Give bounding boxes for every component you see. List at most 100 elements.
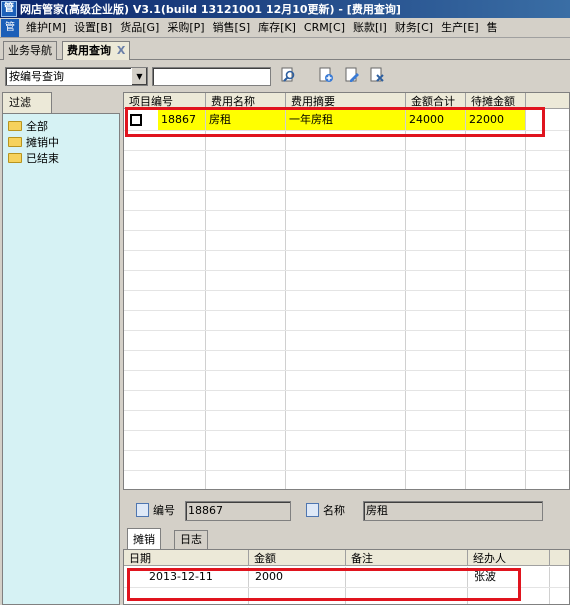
- cell-id: 18867: [158, 110, 205, 130]
- column-header-name[interactable]: 费用名称: [206, 93, 286, 109]
- folder-icon: [8, 153, 22, 163]
- grid-line: [124, 430, 569, 431]
- grid-line: [205, 110, 206, 489]
- tree-item-label: 摊销中: [26, 136, 59, 149]
- grid-line: [124, 310, 569, 311]
- grid-line: [124, 210, 569, 211]
- grid-line: [124, 270, 569, 271]
- grid-line: [124, 390, 569, 391]
- tree-item-amortizing[interactable]: 摊销中: [8, 135, 59, 151]
- grid-line: [124, 450, 569, 451]
- app-logo-icon: 管: [1, 1, 17, 17]
- name-field[interactable]: 房租: [363, 501, 543, 521]
- query-mode-select[interactable]: 按编号查询 ▼: [5, 67, 148, 86]
- cell-summary: 一年房租: [286, 110, 405, 130]
- grid-line: [124, 587, 569, 588]
- menu-purchase[interactable]: 采购[P]: [163, 19, 208, 37]
- grid-line: [285, 110, 286, 489]
- grid-line: [124, 290, 569, 291]
- close-icon[interactable]: X: [117, 44, 125, 57]
- window-title: 网店管家(高级企业版) V3.1(build 13121001 12月10更新)…: [20, 3, 401, 16]
- tree-item-label: 已结束: [26, 152, 59, 165]
- menu-sales[interactable]: 销售[S]: [209, 19, 255, 37]
- delete-icon[interactable]: [367, 67, 387, 86]
- tab-label: 日志: [180, 533, 202, 546]
- toolbar: 按编号查询 ▼: [0, 62, 570, 90]
- add-icon[interactable]: [316, 67, 336, 86]
- tab-amortization[interactable]: 摊销: [127, 528, 161, 550]
- column-header-total[interactable]: 金额合计: [406, 93, 466, 109]
- cell-total: 24000: [406, 110, 465, 130]
- grid-line: [124, 330, 569, 331]
- document-tabs: 业务导航 费用查询 X: [0, 39, 570, 60]
- search-icon[interactable]: [279, 67, 299, 86]
- column-header-id[interactable]: 项目编号: [124, 93, 206, 109]
- menu-accounts[interactable]: 账款[I]: [349, 19, 391, 37]
- tab-label: 摊销: [133, 533, 155, 546]
- grid-line: [124, 230, 569, 231]
- menu-after-sales[interactable]: 售: [483, 19, 502, 37]
- id-field[interactable]: 18867: [185, 501, 291, 521]
- cell-date: 2013-12-11: [149, 570, 213, 583]
- menu-finance[interactable]: 财务[C]: [391, 19, 437, 37]
- tab-label: 费用查询: [67, 44, 111, 57]
- table-row[interactable]: 18867 房租 一年房租 24000 22000: [124, 110, 569, 130]
- grid-line: [124, 350, 569, 351]
- name-label-text: 名称: [323, 504, 345, 517]
- menu-settings[interactable]: 设置[B]: [70, 19, 116, 37]
- window-title-bar: 管 网店管家(高级企业版) V3.1(build 13121001 12月10更…: [0, 0, 570, 18]
- tab-business-nav[interactable]: 业务导航: [3, 41, 57, 60]
- grid-line: [465, 110, 466, 489]
- grid-line: [525, 110, 526, 489]
- grid-line: [124, 190, 569, 191]
- grid-line: [124, 130, 569, 131]
- edit-icon[interactable]: [342, 67, 362, 86]
- grid-line: [124, 410, 569, 411]
- menu-inventory[interactable]: 库存[K]: [254, 19, 300, 37]
- folder-icon: [8, 121, 22, 131]
- menu-production[interactable]: 生产[E]: [437, 19, 483, 37]
- grid-line: [124, 170, 569, 171]
- tab-log[interactable]: 日志: [174, 530, 208, 550]
- column-header-pending[interactable]: 待摊金额: [466, 93, 526, 109]
- grid-line: [124, 150, 569, 151]
- menu-bar: 管 维护[M] 设置[B] 货品[G] 采购[P] 销售[S] 库存[K] CR…: [0, 18, 570, 38]
- id-label: 编号: [136, 503, 175, 519]
- expense-table: 项目编号 费用名称 费用摘要 金额合计 待摊金额 18867 房租 一年房租 2…: [123, 92, 570, 490]
- id-label-text: 编号: [153, 504, 175, 517]
- column-header-summary[interactable]: 费用摘要: [286, 93, 406, 109]
- app-menu-icon[interactable]: 管: [1, 18, 19, 37]
- name-label: 名称: [306, 503, 345, 519]
- menu-crm[interactable]: CRM[C]: [300, 19, 349, 37]
- cell-amount: 2000: [255, 570, 283, 583]
- grid-line: [124, 250, 569, 251]
- chevron-down-icon[interactable]: ▼: [131, 68, 147, 85]
- document-icon: [306, 503, 319, 517]
- tab-filter[interactable]: 过滤: [2, 92, 52, 114]
- column-header-filler: [526, 93, 569, 109]
- grid-line: [124, 370, 569, 371]
- tab-label: 过滤: [9, 96, 31, 109]
- tree-item-all[interactable]: 全部: [8, 119, 48, 135]
- search-input[interactable]: [152, 67, 271, 86]
- tab-expense-query[interactable]: 费用查询 X: [62, 41, 131, 60]
- cell-name: 房租: [206, 110, 285, 130]
- table-row[interactable]: 2013-12-11 2000 张波: [124, 567, 569, 587]
- query-mode-value: 按编号查询: [9, 70, 64, 83]
- grid-line: [405, 110, 406, 489]
- column-header-amount[interactable]: 金额: [249, 550, 346, 566]
- menu-maintain[interactable]: 维护[M]: [22, 19, 70, 37]
- column-header-handler[interactable]: 经办人: [468, 550, 550, 566]
- column-header-date[interactable]: 日期: [124, 550, 249, 566]
- tree-item-label: 全部: [26, 120, 48, 133]
- tree-item-finished[interactable]: 已结束: [8, 151, 59, 167]
- folder-icon: [8, 137, 22, 147]
- row-checkbox[interactable]: [130, 114, 142, 126]
- document-icon: [136, 503, 149, 517]
- detail-panel: 编号 18867 名称 房租 摊销 日志 日期 金额 备注 经办人 2013-1…: [123, 490, 570, 605]
- column-header-note[interactable]: 备注: [346, 550, 468, 566]
- tab-label: 业务导航: [8, 44, 52, 57]
- filter-tree: 全部 摊销中 已结束: [2, 113, 120, 605]
- menu-goods[interactable]: 货品[G]: [116, 19, 163, 37]
- grid-line: [124, 470, 569, 471]
